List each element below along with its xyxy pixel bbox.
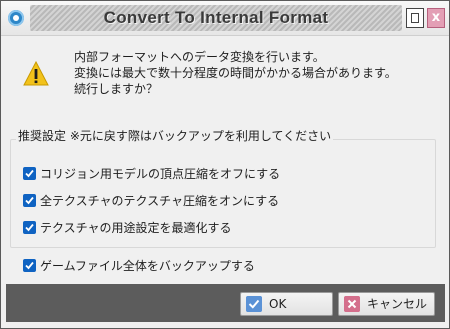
- recommended-settings-legend: 推奨設定 ※元に戻す際はバックアップを利用してください: [16, 127, 334, 144]
- window-title: Convert To Internal Format: [103, 8, 329, 27]
- message-line: 変換には最大で数十分程度の時間がかかる場合があります。: [74, 66, 397, 80]
- checkbox[interactable]: [23, 194, 36, 207]
- app-icon: [8, 10, 24, 26]
- check-icon: [25, 223, 34, 232]
- checkbox[interactable]: [23, 259, 36, 272]
- checkbox-label: テクスチャの用途設定を最適化する: [40, 221, 232, 235]
- checkbox[interactable]: [23, 221, 36, 234]
- warning-icon: [23, 61, 49, 86]
- check-icon: [246, 296, 262, 312]
- checkbox-label: コリジョン用モデルの頂点圧縮をオフにする: [40, 167, 281, 181]
- checkbox-label: ゲームファイル全体をバックアップする: [40, 259, 255, 273]
- title-plate: Convert To Internal Format: [30, 5, 402, 31]
- confirmation-message: 内部フォーマットへのデータ変換を行います。 変換には最大で数十分程度の時間がかか…: [74, 49, 397, 97]
- message-line: 内部フォーマットへのデータ変換を行います。: [74, 50, 325, 64]
- checkbox-label: 全テクスチャのテクスチャ圧縮をオンにする: [40, 194, 280, 208]
- maximize-button[interactable]: [406, 8, 424, 28]
- message-line: 続行しますか？: [74, 82, 159, 96]
- cancel-button[interactable]: キャンセル: [338, 292, 435, 316]
- checkbox[interactable]: [23, 167, 36, 180]
- title-bar[interactable]: Convert To Internal Format x: [1, 1, 449, 36]
- check-icon: [25, 196, 34, 205]
- dialog-window: Convert To Internal Format x 内部フォーマットへのデ…: [0, 0, 450, 329]
- ok-button[interactable]: OK: [240, 292, 333, 316]
- close-button[interactable]: x: [427, 8, 445, 28]
- cross-icon: [344, 296, 360, 312]
- cancel-button-label: キャンセル: [367, 297, 428, 311]
- ok-button-label: OK: [269, 297, 287, 311]
- check-icon: [25, 169, 34, 178]
- check-icon: [25, 261, 34, 270]
